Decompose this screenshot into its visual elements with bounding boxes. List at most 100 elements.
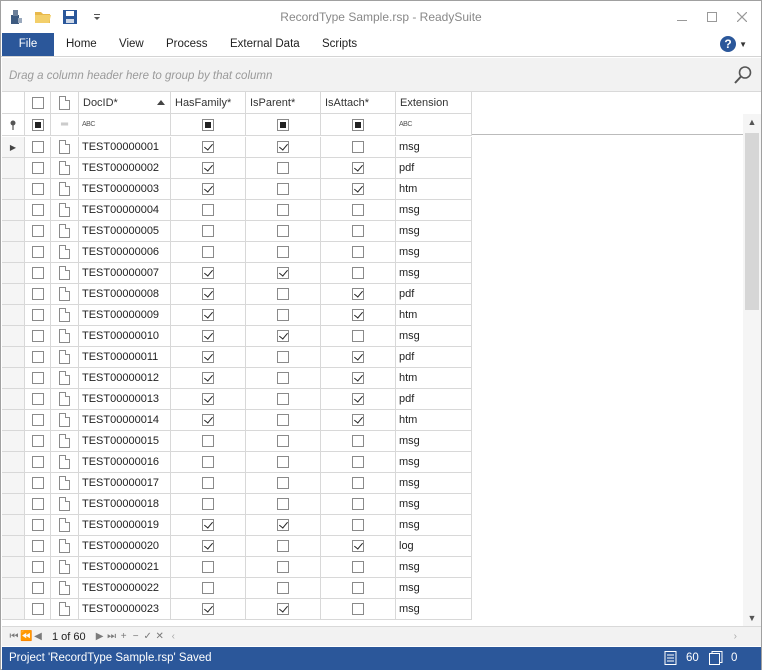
table-row[interactable]: TEST00000018 msg	[2, 494, 743, 515]
cell-isparent[interactable]	[246, 431, 321, 452]
table-row[interactable]: TEST00000007 msg	[2, 263, 743, 284]
cell-extension[interactable]: log	[396, 536, 472, 557]
table-row[interactable]: TEST00000009 htm	[2, 305, 743, 326]
cell-hasfamily[interactable]	[171, 599, 246, 620]
row-indicator[interactable]	[2, 200, 25, 221]
row-document[interactable]	[51, 137, 79, 158]
row-document[interactable]	[51, 431, 79, 452]
cell-isattach[interactable]	[321, 326, 396, 347]
filter-hasfamily[interactable]	[171, 114, 246, 136]
cell-isparent[interactable]	[246, 242, 321, 263]
row-document[interactable]	[51, 368, 79, 389]
cell-isparent[interactable]	[246, 305, 321, 326]
cell-isattach[interactable]	[321, 221, 396, 242]
cell-isparent[interactable]	[246, 389, 321, 410]
cell-isparent[interactable]	[246, 452, 321, 473]
cell-isparent[interactable]	[246, 368, 321, 389]
close-icon[interactable]	[727, 5, 757, 29]
cell-hasfamily[interactable]	[171, 137, 246, 158]
row-document[interactable]	[51, 305, 79, 326]
cell-isparent[interactable]	[246, 410, 321, 431]
cell-hasfamily[interactable]	[171, 368, 246, 389]
row-document[interactable]	[51, 200, 79, 221]
cell-docid[interactable]: TEST00000011	[79, 347, 171, 368]
vertical-scrollbar[interactable]: ▲ ▼	[743, 114, 761, 626]
filter-isattach[interactable]	[321, 114, 396, 136]
scroll-right-icon[interactable]: ›	[734, 631, 737, 642]
group-by-panel[interactable]: Drag a column header here to group by th…	[2, 58, 761, 92]
row-indicator[interactable]	[2, 221, 25, 242]
cell-extension[interactable]: msg	[396, 242, 472, 263]
column-header-hasfamily[interactable]: HasFamily*	[171, 92, 246, 114]
cell-isattach[interactable]	[321, 578, 396, 599]
table-row[interactable]: TEST00000006 msg	[2, 242, 743, 263]
scroll-left-icon[interactable]: ‹	[172, 631, 175, 642]
row-indicator[interactable]	[2, 284, 25, 305]
row-indicator[interactable]	[2, 599, 25, 620]
cell-docid[interactable]: TEST00000023	[79, 599, 171, 620]
table-row[interactable]: TEST00000008 pdf	[2, 284, 743, 305]
cell-isattach[interactable]	[321, 536, 396, 557]
column-header-docid[interactable]: DocID*	[79, 92, 171, 114]
row-select-checkbox[interactable]	[25, 137, 51, 158]
row-select-checkbox[interactable]	[25, 410, 51, 431]
cell-hasfamily[interactable]	[171, 473, 246, 494]
cell-isparent[interactable]	[246, 179, 321, 200]
cell-hasfamily[interactable]	[171, 389, 246, 410]
cell-extension[interactable]: msg	[396, 221, 472, 242]
cell-extension[interactable]: msg	[396, 326, 472, 347]
row-select-checkbox[interactable]	[25, 179, 51, 200]
row-select-checkbox[interactable]	[25, 599, 51, 620]
cell-isattach[interactable]	[321, 347, 396, 368]
table-row[interactable]: TEST00000021 msg	[2, 557, 743, 578]
row-indicator[interactable]	[2, 263, 25, 284]
table-row[interactable]: TEST00000022 msg	[2, 578, 743, 599]
column-header-extension[interactable]: Extension	[396, 92, 472, 114]
next-record-icon[interactable]: ▶	[94, 631, 106, 642]
cell-hasfamily[interactable]	[171, 158, 246, 179]
column-header-isparent[interactable]: IsParent*	[246, 92, 321, 114]
cell-hasfamily[interactable]	[171, 200, 246, 221]
delete-icon[interactable]: −	[130, 631, 142, 642]
cell-hasfamily[interactable]	[171, 557, 246, 578]
row-document[interactable]	[51, 536, 79, 557]
table-row[interactable]: TEST00000002 pdf	[2, 158, 743, 179]
row-select-checkbox[interactable]	[25, 578, 51, 599]
row-select-checkbox[interactable]	[25, 158, 51, 179]
row-indicator[interactable]	[2, 242, 25, 263]
cell-docid[interactable]: TEST00000021	[79, 557, 171, 578]
cell-isattach[interactable]	[321, 452, 396, 473]
cell-isattach[interactable]	[321, 557, 396, 578]
row-select-checkbox[interactable]	[25, 284, 51, 305]
cell-hasfamily[interactable]	[171, 242, 246, 263]
row-indicator[interactable]	[2, 305, 25, 326]
row-indicator[interactable]	[2, 347, 25, 368]
row-select-checkbox[interactable]	[25, 221, 51, 242]
minimize-icon[interactable]	[667, 5, 697, 29]
table-row[interactable]: TEST00000019 msg	[2, 515, 743, 536]
row-select-checkbox[interactable]	[25, 263, 51, 284]
cell-docid[interactable]: TEST00000009	[79, 305, 171, 326]
cell-isparent[interactable]	[246, 557, 321, 578]
row-document[interactable]	[51, 347, 79, 368]
cell-extension[interactable]: msg	[396, 452, 472, 473]
row-document[interactable]	[51, 410, 79, 431]
filter-isparent[interactable]	[246, 114, 321, 136]
cell-docid[interactable]: TEST00000020	[79, 536, 171, 557]
cell-isattach[interactable]	[321, 305, 396, 326]
row-select-checkbox[interactable]	[25, 200, 51, 221]
tab-file[interactable]: File	[2, 33, 54, 56]
cell-docid[interactable]: TEST00000001	[79, 137, 171, 158]
cell-isparent[interactable]	[246, 326, 321, 347]
cell-extension[interactable]: htm	[396, 305, 472, 326]
cell-isattach[interactable]	[321, 137, 396, 158]
cell-isparent[interactable]	[246, 536, 321, 557]
cell-docid[interactable]: TEST00000005	[79, 221, 171, 242]
table-row[interactable]: TEST00000016 msg	[2, 452, 743, 473]
filter-extension[interactable]: ABC	[396, 114, 472, 136]
row-document[interactable]	[51, 158, 79, 179]
cell-hasfamily[interactable]	[171, 536, 246, 557]
scroll-up-icon[interactable]: ▲	[743, 114, 761, 130]
filter-docid[interactable]: ABC	[79, 114, 171, 136]
row-document[interactable]	[51, 326, 79, 347]
